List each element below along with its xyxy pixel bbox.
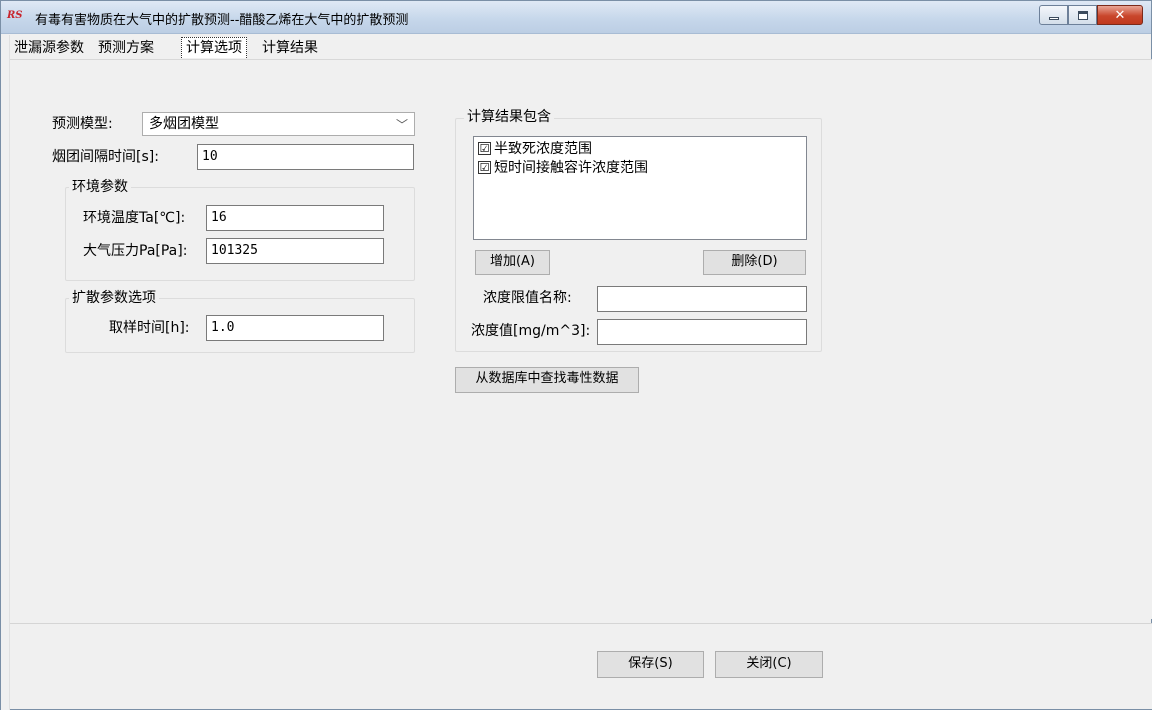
- tab-calc-results[interactable]: 计算结果: [258, 38, 322, 59]
- window-left-frame: [1, 35, 10, 710]
- results-include-title: 计算结果包含: [464, 108, 554, 126]
- pressure-input[interactable]: 101325: [206, 238, 384, 264]
- save-button[interactable]: 保存(S): [597, 651, 704, 678]
- pressure-label: 大气压力Pa[Pa]:: [83, 243, 188, 259]
- footer-area: 保存(S) 关闭(C): [10, 624, 1152, 709]
- window-controls: ✕: [1039, 5, 1143, 27]
- model-label: 预测模型:: [52, 116, 113, 132]
- tab-prediction-plan[interactable]: 预测方案: [94, 38, 158, 59]
- sampling-time-input[interactable]: 1.0: [206, 315, 384, 341]
- calc-options-panel: 预测模型: 多烟团模型 ﹀ 烟团间隔时间[s]: 10 环境参数 环境温度Ta[…: [23, 63, 1144, 613]
- diffusion-params-group: 扩散参数选项 取样时间[h]: 1.0: [65, 289, 415, 353]
- minimize-icon: [1048, 16, 1059, 20]
- close-icon: ✕: [1114, 7, 1126, 23]
- tab-panel: 预测模型: 多烟团模型 ﹀ 烟团间隔时间[s]: 10 环境参数 环境温度Ta[…: [10, 59, 1152, 619]
- puff-interval-label: 烟团间隔时间[s]:: [52, 149, 159, 165]
- lookup-toxicity-button[interactable]: 从数据库中查找毒性数据: [455, 367, 639, 393]
- checkbox-checked-icon[interactable]: ☑: [478, 160, 491, 174]
- conc-value-input[interactable]: [597, 319, 807, 345]
- app-logo-icon: RS: [7, 10, 23, 21]
- temp-label: 环境温度Ta[℃]:: [83, 210, 186, 226]
- close-window-button[interactable]: ✕: [1097, 5, 1143, 25]
- temp-input[interactable]: 16: [206, 205, 384, 231]
- title-bar[interactable]: RS 有毒有害物质在大气中的扩散预测--醋酸乙烯在大气中的扩散预测 ✕: [1, 1, 1151, 34]
- env-params-group: 环境参数 环境温度Ta[℃]: 16 大气压力Pa[Pa]: 101325: [65, 178, 415, 281]
- puff-interval-input[interactable]: 10: [197, 144, 414, 170]
- maximize-button[interactable]: [1068, 5, 1097, 25]
- minimize-button[interactable]: [1039, 5, 1068, 25]
- model-select[interactable]: 多烟团模型 ﹀: [142, 112, 415, 136]
- maximize-icon: [1077, 10, 1088, 20]
- list-item-label: 半致死浓度范围: [494, 141, 592, 157]
- sampling-time-label: 取样时间[h]:: [109, 320, 190, 336]
- conc-value-label: 浓度值[mg/m^3]:: [471, 323, 591, 339]
- close-button[interactable]: 关闭(C): [715, 651, 823, 678]
- list-item[interactable]: ☑ 半致死浓度范围: [478, 139, 592, 157]
- limit-name-input[interactable]: [597, 286, 807, 312]
- results-include-group: 计算结果包含 ☑ 半致死浓度范围 ☑ 短时间接触容许浓度范围 增加(A) 删除(…: [455, 108, 822, 352]
- tab-leak-source[interactable]: 泄漏源参数: [10, 38, 88, 59]
- add-button[interactable]: 增加(A): [475, 250, 550, 275]
- main-window: RS 有毒有害物质在大气中的扩散预测--醋酸乙烯在大气中的扩散预测 ✕ 泄漏源参…: [0, 0, 1152, 710]
- model-select-value: 多烟团模型: [149, 116, 219, 132]
- limit-name-label: 浓度限值名称:: [483, 290, 572, 306]
- list-item[interactable]: ☑ 短时间接触容许浓度范围: [478, 158, 648, 176]
- results-listbox[interactable]: ☑ 半致死浓度范围 ☑ 短时间接触容许浓度范围: [473, 136, 807, 240]
- window-title: 有毒有害物质在大气中的扩散预测--醋酸乙烯在大气中的扩散预测: [35, 13, 409, 28]
- list-item-label: 短时间接触容许浓度范围: [494, 160, 648, 176]
- env-params-title: 环境参数: [69, 178, 131, 196]
- checkbox-checked-icon[interactable]: ☑: [478, 141, 491, 155]
- delete-button[interactable]: 删除(D): [703, 250, 806, 275]
- chevron-down-icon: ﹀: [395, 118, 408, 132]
- diffusion-params-title: 扩散参数选项: [69, 289, 159, 307]
- tab-calc-options[interactable]: 计算选项: [181, 37, 247, 58]
